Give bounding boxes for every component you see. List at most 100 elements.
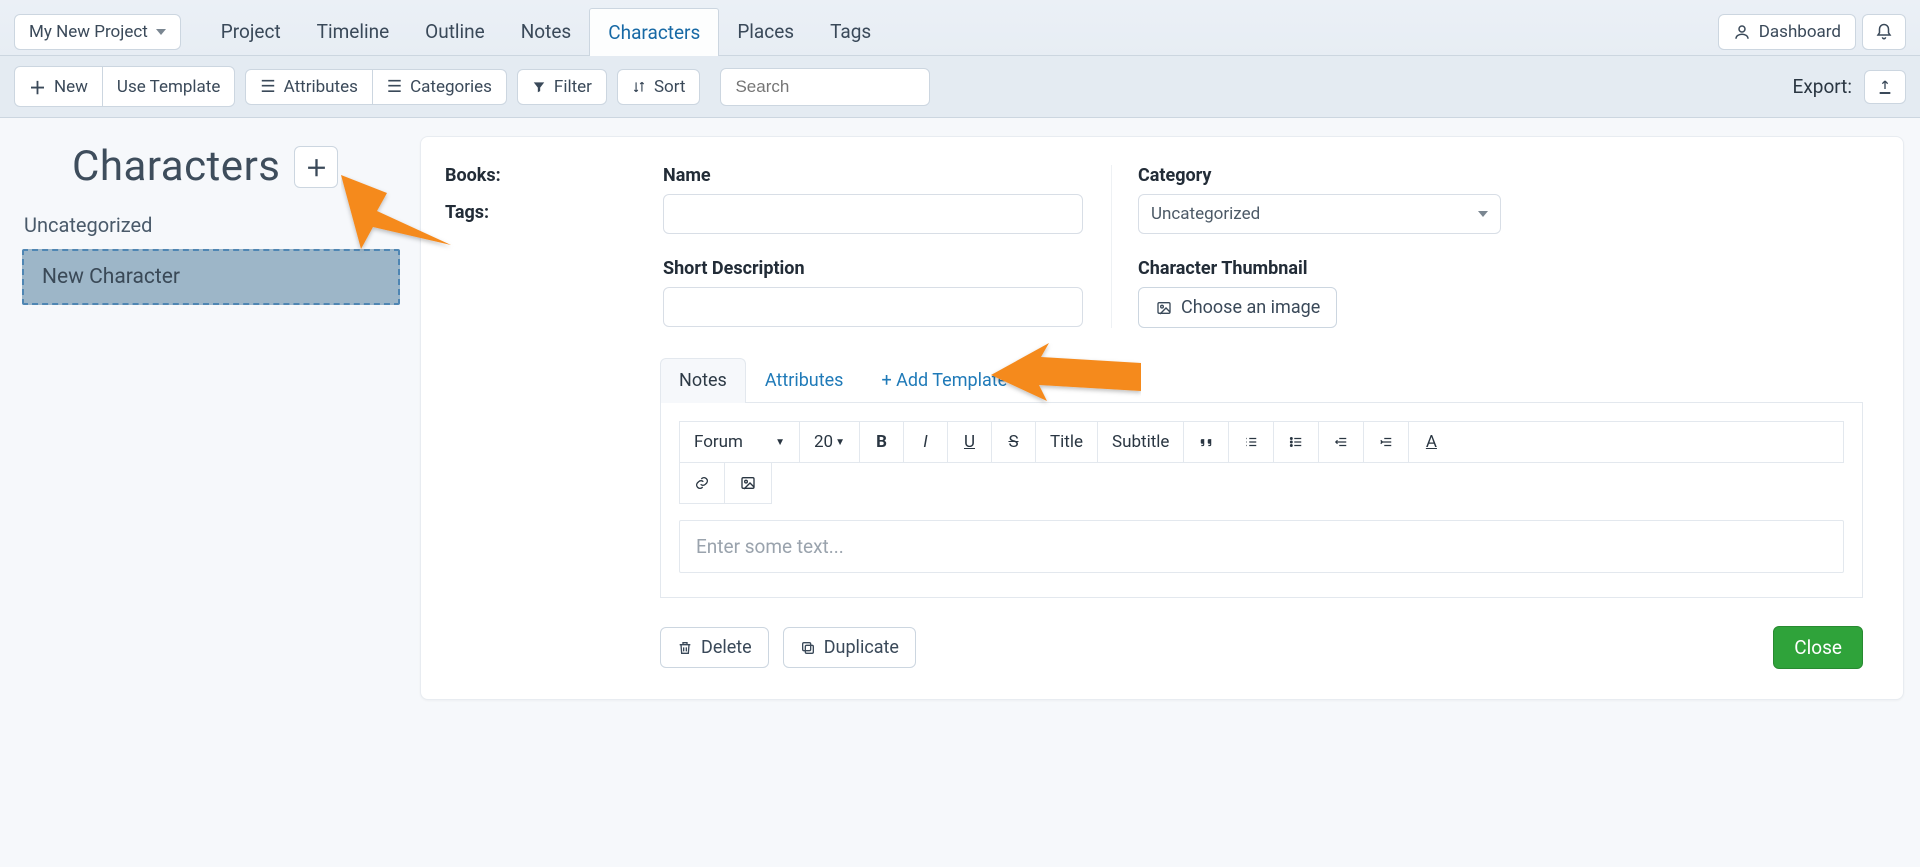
image-icon bbox=[739, 475, 757, 491]
trash-icon bbox=[677, 639, 693, 657]
indent-icon bbox=[1378, 435, 1394, 449]
sort-button[interactable]: Sort bbox=[617, 69, 701, 105]
ul-icon bbox=[1288, 435, 1304, 449]
notifications-button[interactable] bbox=[1862, 14, 1906, 50]
project-select[interactable]: My New Project bbox=[14, 14, 181, 50]
copy-icon bbox=[800, 640, 816, 656]
sidebar-title: Characters bbox=[72, 142, 280, 191]
editor-textbox[interactable]: Enter some text... bbox=[679, 520, 1844, 573]
tab-project[interactable]: Project bbox=[203, 8, 299, 55]
delete-button[interactable]: Delete bbox=[660, 627, 769, 668]
tab-tags[interactable]: Tags bbox=[812, 8, 889, 55]
category-value: Uncategorized bbox=[1151, 204, 1260, 224]
choose-image-label: Choose an image bbox=[1181, 297, 1320, 318]
caret-down-icon bbox=[156, 29, 166, 35]
name-col: Name Short Description bbox=[663, 165, 1083, 328]
dashboard-label: Dashboard bbox=[1759, 22, 1841, 42]
insert-image-button[interactable] bbox=[725, 463, 771, 503]
quote-button[interactable] bbox=[1184, 422, 1229, 462]
category-header: Uncategorized bbox=[24, 213, 400, 237]
image-icon bbox=[1155, 300, 1173, 316]
editor-toolbar: Forum ▼ 20 ▼ B I U S Title Subtitle bbox=[679, 421, 1844, 463]
chevron-down-icon bbox=[1478, 211, 1488, 217]
tab-places[interactable]: Places bbox=[719, 8, 812, 55]
duplicate-button[interactable]: Duplicate bbox=[783, 627, 916, 668]
filter-icon bbox=[532, 80, 546, 94]
underline-button[interactable]: U bbox=[948, 422, 992, 462]
title-button[interactable]: Title bbox=[1036, 422, 1098, 462]
meta-col: Books: Tags: bbox=[445, 165, 635, 328]
tab-timeline[interactable]: Timeline bbox=[299, 8, 408, 55]
export-label: Export: bbox=[1793, 75, 1852, 98]
category-select[interactable]: Uncategorized bbox=[1138, 194, 1501, 234]
detail-columns: Books: Tags: Name Short Description Cate… bbox=[445, 165, 1863, 328]
dashboard-button[interactable]: Dashboard bbox=[1718, 14, 1856, 50]
categories-label: Categories bbox=[410, 77, 492, 97]
outdent-icon bbox=[1333, 435, 1349, 449]
action-toolbar: ＋ New Use Template ☰ Attributes ☰ Catego… bbox=[0, 56, 1920, 118]
filter-label: Filter bbox=[554, 77, 592, 97]
shortdesc-label: Short Description bbox=[663, 258, 1083, 279]
project-name: My New Project bbox=[29, 22, 148, 42]
filter-button[interactable]: Filter bbox=[517, 69, 607, 105]
choose-image-button[interactable]: Choose an image bbox=[1138, 287, 1337, 328]
quote-icon bbox=[1198, 435, 1214, 449]
indent-button[interactable] bbox=[1364, 422, 1409, 462]
ordered-list-button[interactable] bbox=[1229, 422, 1274, 462]
font-select[interactable]: Forum ▼ bbox=[680, 422, 800, 462]
add-character-button[interactable]: ＋ bbox=[294, 146, 338, 188]
new-button[interactable]: ＋ New bbox=[14, 66, 103, 107]
delete-label: Delete bbox=[701, 637, 752, 658]
attributes-button[interactable]: ☰ Attributes bbox=[245, 69, 372, 105]
subtab-attributes[interactable]: Attributes bbox=[746, 358, 863, 403]
nav-tabs: Project Timeline Outline Notes Character… bbox=[203, 8, 889, 55]
export-button[interactable] bbox=[1864, 70, 1906, 104]
search-input[interactable] bbox=[720, 68, 930, 106]
tags-label: Tags: bbox=[445, 202, 635, 223]
bold-button[interactable]: B bbox=[860, 422, 904, 462]
outdent-button[interactable] bbox=[1319, 422, 1364, 462]
sidebar-head: Characters ＋ bbox=[22, 142, 400, 191]
books-label: Books: bbox=[445, 165, 635, 186]
ol-icon bbox=[1243, 435, 1259, 449]
tab-characters[interactable]: Characters bbox=[589, 8, 719, 56]
list-item[interactable]: New Character bbox=[22, 249, 400, 305]
subtab-add-template[interactable]: + Add Template bbox=[862, 358, 1026, 403]
category-label: Category bbox=[1138, 165, 1501, 186]
font-size-select[interactable]: 20 ▼ bbox=[800, 422, 860, 462]
font-color-icon: A bbox=[1426, 432, 1437, 452]
subtitle-button[interactable]: Subtitle bbox=[1098, 422, 1184, 462]
sidebar: Characters ＋ Uncategorized New Character bbox=[16, 136, 400, 305]
strike-button[interactable]: S bbox=[992, 422, 1036, 462]
detail-subtabs: Notes Attributes + Add Template bbox=[660, 358, 1863, 403]
close-button[interactable]: Close bbox=[1773, 626, 1863, 669]
notes-editor: Forum ▼ 20 ▼ B I U S Title Subtitle bbox=[660, 403, 1863, 598]
use-template-button[interactable]: Use Template bbox=[103, 66, 235, 107]
shortdesc-field[interactable] bbox=[663, 287, 1083, 327]
detail-footer: Delete Duplicate Close bbox=[660, 626, 1863, 669]
font-color-button[interactable]: A bbox=[1409, 422, 1453, 462]
unordered-list-button[interactable] bbox=[1274, 422, 1319, 462]
italic-button[interactable]: I bbox=[904, 422, 948, 462]
plus-icon: ＋ bbox=[29, 74, 46, 99]
attributes-label: Attributes bbox=[284, 77, 358, 97]
tab-outline[interactable]: Outline bbox=[407, 8, 503, 55]
thumbnail-label: Character Thumbnail bbox=[1138, 258, 1501, 279]
top-nav: My New Project Project Timeline Outline … bbox=[0, 0, 1920, 56]
category-col: Category Uncategorized Character Thumbna… bbox=[1111, 165, 1501, 328]
user-icon bbox=[1733, 23, 1751, 41]
sort-label: Sort bbox=[654, 77, 686, 97]
categories-button[interactable]: ☰ Categories bbox=[373, 69, 507, 105]
link-button[interactable] bbox=[680, 463, 725, 503]
name-label: Name bbox=[663, 165, 1083, 186]
main-wrap: Characters ＋ Uncategorized New Character… bbox=[0, 118, 1920, 740]
subtab-notes[interactable]: Notes bbox=[660, 358, 746, 403]
sort-icon bbox=[632, 80, 646, 94]
editor-toolbar-2 bbox=[679, 463, 772, 504]
name-field[interactable] bbox=[663, 194, 1083, 234]
tab-notes[interactable]: Notes bbox=[503, 8, 590, 55]
export-icon bbox=[1877, 79, 1893, 95]
link-icon bbox=[694, 475, 710, 491]
caret-down-icon: ▼ bbox=[775, 437, 785, 448]
bell-icon bbox=[1875, 23, 1893, 41]
